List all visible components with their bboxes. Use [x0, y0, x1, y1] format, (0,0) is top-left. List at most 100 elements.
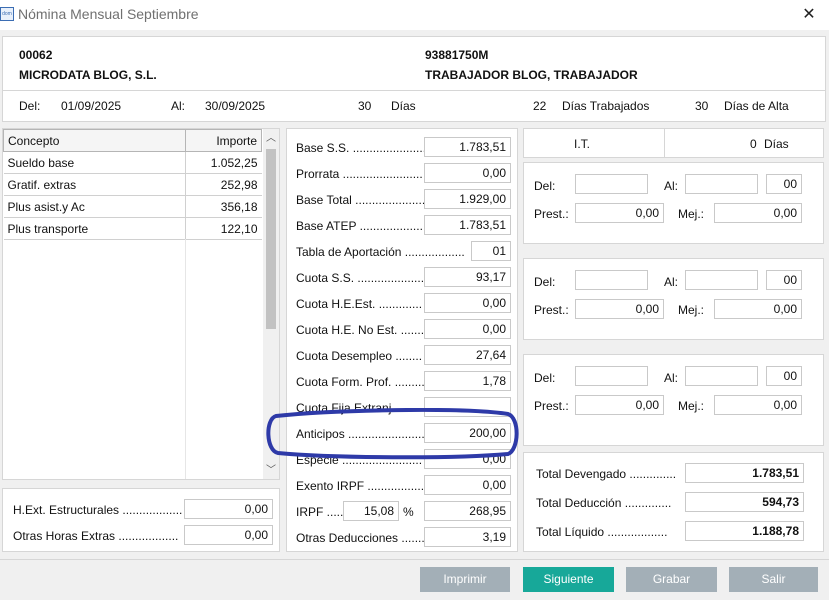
table-row[interactable]: Sueldo base 1.052,25 — [3, 151, 262, 174]
concept-amount: 1.052,25 — [185, 151, 262, 174]
it-del-field[interactable] — [575, 174, 648, 194]
title-bar: dom Nómina Mensual Septiembre ✕ — [0, 0, 829, 30]
company-name: MICRODATA BLOG, S.L. — [19, 68, 157, 82]
header-panel: 00062 MICRODATA BLOG, S.L. 93881750M TRA… — [2, 36, 826, 122]
it-al-field[interactable] — [685, 174, 758, 194]
irpf-label: IRPF ...... — [296, 505, 347, 519]
it-prest-field[interactable]: 0,00 — [575, 203, 664, 223]
cuota-ss-label: Cuota S.S. ..................... — [296, 271, 428, 285]
other-overtime-field[interactable]: 0,00 — [184, 525, 273, 545]
concept-name: Plus asist.y Ac — [3, 195, 186, 218]
concepts-header-row: Concepto Importe — [3, 129, 262, 152]
worked-days-label: Días Trabajados — [562, 99, 650, 113]
it-mej-field[interactable]: 0,00 — [714, 203, 802, 223]
it-del-label: Del: — [534, 179, 556, 193]
it-mej-field[interactable]: 0,00 — [714, 299, 802, 319]
base-ss-label: Base S.S. ....................... — [296, 141, 430, 155]
it-mej-field[interactable]: 0,00 — [714, 395, 802, 415]
close-icon[interactable]: ✕ — [800, 4, 818, 24]
it-prest-field[interactable]: 0,00 — [575, 299, 664, 319]
irpf-percent-field[interactable]: 15,08 — [343, 501, 399, 521]
exento-irpf-label: Exento IRPF ................. — [296, 479, 425, 493]
it-del-label: Del: — [534, 275, 556, 289]
period-al-label: Al: — [171, 99, 186, 113]
it-mej-label: Mej.: — [678, 399, 705, 413]
column-header-importe[interactable]: Importe — [185, 129, 262, 152]
period-end: 30/09/2025 — [205, 99, 266, 113]
cuota-form-field[interactable]: 1,78 — [424, 371, 511, 391]
it-period-block: Del: Al: 00 Prest.: 0,00 Mej.: 0,00 — [523, 354, 824, 446]
total-devengado-label: Total Devengado .............. — [536, 467, 677, 481]
totals-panel: Total Devengado .............. 1.783,51 … — [523, 452, 824, 552]
it-al-label: Al: — [664, 371, 679, 385]
prorrata-field[interactable]: 0,00 — [424, 163, 511, 183]
it-al-label: Al: — [664, 275, 679, 289]
table-grid-line — [185, 239, 186, 479]
base-total-label: Base Total ..................... — [296, 193, 426, 207]
table-row[interactable]: Plus transporte 122,10 — [3, 217, 262, 240]
scroll-up-icon[interactable]: ︿ — [263, 131, 279, 147]
extra-hours-panel: H.Ext. Estructurales .................. … — [2, 488, 280, 552]
days-label: Días — [391, 99, 416, 113]
concept-name: Plus transporte — [3, 217, 186, 240]
total-liquido-label: Total Líquido .................. — [536, 525, 668, 539]
cuota-form-label: Cuota Form. Prof. ......... — [296, 375, 425, 389]
base-atep-field[interactable]: 1.783,51 — [424, 215, 511, 235]
cuota-ss-field[interactable]: 93,17 — [424, 267, 511, 287]
scroll-down-icon[interactable]: ﹀ — [263, 463, 279, 479]
it-days-label: Días — [764, 137, 789, 151]
it-prest-label: Prest.: — [534, 207, 569, 221]
worked-days-count: 22 — [533, 99, 547, 113]
total-liquido-field[interactable]: 1.188,78 — [685, 521, 804, 541]
cuota-he-noest-field[interactable]: 0,00 — [424, 319, 511, 339]
other-overtime-label: Otras Horas Extras .................. — [13, 529, 179, 543]
table-row[interactable]: Plus asist.y Ac 356,18 — [3, 195, 262, 218]
it-del-field[interactable] — [575, 366, 648, 386]
period-start: 01/09/2025 — [61, 99, 122, 113]
structural-overtime-field[interactable]: 0,00 — [184, 499, 273, 519]
exit-button[interactable]: Salir — [729, 567, 818, 592]
it-al-field[interactable] — [685, 366, 758, 386]
it-period-block: Del: Al: 00 Prest.: 0,00 Mej.: 0,00 — [523, 162, 824, 244]
concepts-table: Concepto Importe Sueldo base 1.052,25 Gr… — [3, 129, 262, 240]
irpf-amount-field[interactable]: 268,95 — [424, 501, 511, 521]
scroll-thumb[interactable] — [266, 149, 276, 329]
it-code-field[interactable]: 00 — [766, 366, 802, 386]
it-code-field[interactable]: 00 — [766, 270, 802, 290]
it-al-field[interactable] — [685, 270, 758, 290]
base-total-field[interactable]: 1.929,00 — [424, 189, 511, 209]
header-divider — [3, 90, 825, 91]
tabla-aportacion-field[interactable]: 01 — [471, 241, 511, 261]
active-days-count: 30 — [695, 99, 709, 113]
total-deduccion-field[interactable]: 594,73 — [685, 492, 804, 512]
column-header-concepto[interactable]: Concepto — [3, 129, 186, 152]
cuota-desempleo-field[interactable]: 27,64 — [424, 345, 511, 365]
table-row[interactable]: Gratif. extras 252,98 — [3, 173, 262, 196]
it-period-block: Del: Al: 00 Prest.: 0,00 Mej.: 0,00 — [523, 258, 824, 340]
concepts-panel: Concepto Importe Sueldo base 1.052,25 Gr… — [2, 128, 280, 480]
it-divider — [664, 129, 665, 157]
cuota-he-est-field[interactable]: 0,00 — [424, 293, 511, 313]
concept-amount: 356,18 — [185, 195, 262, 218]
app-icon: dom — [0, 7, 14, 21]
window-title: Nómina Mensual Septiembre — [18, 6, 199, 22]
otras-deducciones-label: Otras Deducciones ....... — [296, 531, 425, 545]
base-atep-label: Base ATEP ..................... — [296, 219, 430, 233]
cuota-he-noest-label: Cuota H.E. No Est. ....... — [296, 323, 425, 337]
cuota-he-est-label: Cuota H.E.Est. ............. — [296, 297, 423, 311]
bottom-divider — [0, 559, 829, 560]
next-button[interactable]: Siguiente — [523, 567, 614, 592]
it-del-field[interactable] — [575, 270, 648, 290]
contributions-panel: Base S.S. ....................... 1.783,… — [286, 128, 518, 552]
exento-irpf-field[interactable]: 0,00 — [424, 475, 511, 495]
save-button[interactable]: Grabar — [626, 567, 717, 592]
it-code-field[interactable]: 00 — [766, 174, 802, 194]
base-ss-field[interactable]: 1.783,51 — [424, 137, 511, 157]
prorrata-label: Prorrata ........................ — [296, 167, 423, 181]
total-devengado-field[interactable]: 1.783,51 — [685, 463, 804, 483]
it-prest-field[interactable]: 0,00 — [575, 395, 664, 415]
print-button[interactable]: Imprimir — [420, 567, 510, 592]
it-prest-label: Prest.: — [534, 399, 569, 413]
concept-amount: 252,98 — [185, 173, 262, 196]
otras-deducciones-field[interactable]: 3,19 — [424, 527, 511, 547]
